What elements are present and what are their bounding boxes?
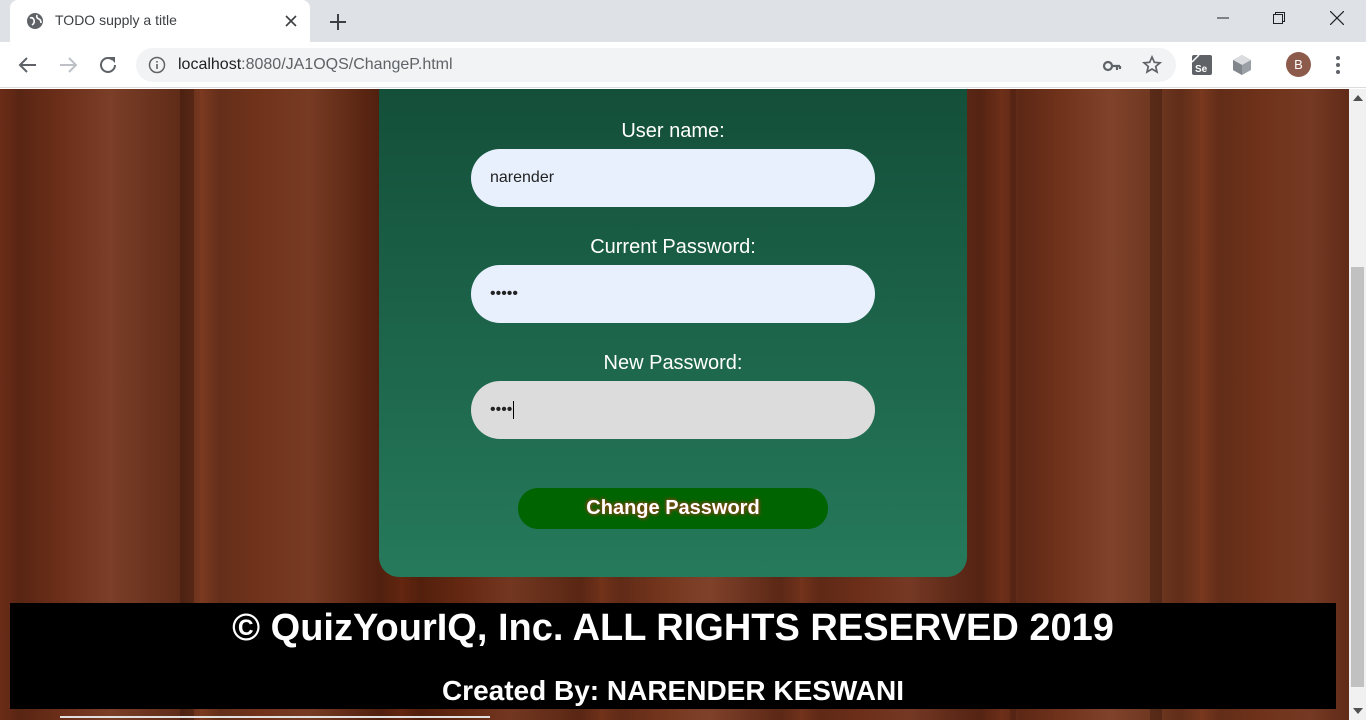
change-password-button[interactable]: Change Password — [518, 488, 828, 529]
vertical-scrollbar[interactable] — [1349, 89, 1366, 720]
svg-text:Se: Se — [1195, 64, 1208, 75]
more-icon[interactable] — [1328, 53, 1348, 77]
plus-icon[interactable] — [326, 10, 350, 34]
new-password-label: New Password: — [603, 352, 743, 374]
url-text[interactable]: localhost:8080/JA1OQS/ChangeP.html — [178, 56, 453, 74]
new-password-value: •••• — [490, 401, 513, 418]
current-password-value: ••••• — [490, 285, 519, 302]
tab-title: TODO supply a title — [55, 12, 177, 28]
credit-text: Created By: NARENDER KESWANI — [441, 675, 905, 706]
star-icon[interactable] — [1142, 55, 1162, 75]
minimize-button[interactable] — [1194, 0, 1252, 36]
browser-toolbar: localhost:8080/JA1OQS/ChangeP.html Se B — [0, 42, 1366, 88]
scroll-up-arrow[interactable] — [1353, 95, 1363, 101]
restore-button[interactable] — [1250, 0, 1308, 36]
close-icon — [1330, 11, 1344, 25]
profile-avatar[interactable]: B — [1286, 52, 1311, 77]
browser-tab[interactable]: TODO supply a title — [10, 0, 310, 42]
new-password-input[interactable]: •••• — [471, 381, 875, 439]
text-cursor — [513, 401, 515, 419]
scroll-down-arrow[interactable] — [1353, 708, 1363, 714]
page-footer: © QuizYourIQ, Inc. ALL RIGHTS RESERVED 2… — [10, 603, 1336, 709]
close-icon[interactable] — [282, 12, 300, 30]
close-window-button[interactable] — [1308, 0, 1366, 36]
current-password-input[interactable]: ••••• — [471, 265, 875, 323]
url-path: :8080/JA1OQS/ChangeP.html — [241, 56, 453, 73]
username-input[interactable]: narender — [471, 149, 875, 207]
info-icon[interactable] — [148, 56, 166, 74]
globe-icon — [27, 13, 43, 29]
horizontal-scroll-indicator — [60, 716, 490, 718]
minimize-icon — [1217, 17, 1229, 19]
url-host: localhost — [178, 56, 242, 73]
username-label: User name: — [621, 120, 725, 142]
username-value: narender — [490, 169, 555, 186]
address-bar[interactable]: localhost:8080/JA1OQS/ChangeP.html — [136, 48, 1176, 82]
selenium-extension-icon[interactable]: Se — [1190, 53, 1214, 77]
page-viewport: User name: narender Current Password: ••… — [0, 89, 1366, 720]
copyright-text: © QuizYourIQ, Inc. ALL RIGHTS RESERVED 2… — [232, 607, 1114, 649]
reload-icon[interactable] — [96, 53, 120, 77]
key-icon[interactable] — [1102, 56, 1122, 76]
browser-titlebar: TODO supply a title — [0, 0, 1366, 42]
restore-icon — [1273, 12, 1285, 24]
back-icon[interactable] — [16, 53, 40, 77]
scroll-thumb[interactable] — [1351, 267, 1364, 687]
forward-icon[interactable] — [56, 53, 80, 77]
current-password-label: Current Password: — [590, 236, 756, 258]
change-password-card: User name: narender Current Password: ••… — [379, 89, 967, 577]
cube-extension-icon[interactable] — [1230, 53, 1254, 77]
